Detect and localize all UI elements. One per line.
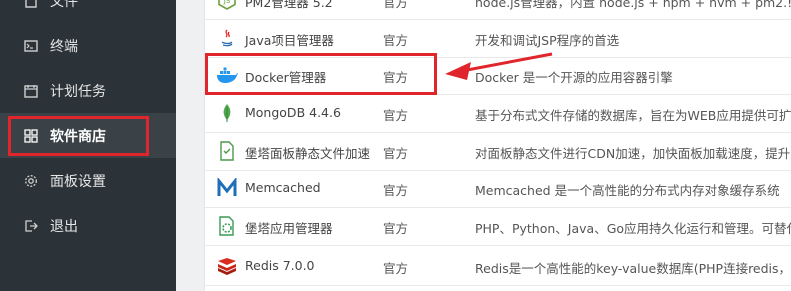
app-manager-icon (219, 216, 234, 236)
sidebar-item-files[interactable]: 文件 (0, 0, 176, 23)
app-name[interactable]: MongoDB 4.4.6 (245, 105, 341, 120)
app-description: 开发和调试JSP程序的首选 (475, 33, 620, 48)
app-description: Redis是一个高性能的key-value数据库(PHP连接redis，需PH (475, 261, 791, 276)
terminal-icon (24, 39, 38, 52)
highlight-box-docker-row (205, 53, 437, 95)
table-row[interactable]: Redis 7.0.0 官方 Redis是一个高性能的key-value数据库(… (205, 248, 791, 286)
app-name[interactable]: Memcached (245, 180, 321, 195)
file-icon (25, 0, 37, 8)
table-row[interactable]: JS PM2管理器 5.2 官方 node.js管理器，内置 node.js +… (205, 0, 791, 20)
calendar-icon (24, 84, 38, 98)
app-vendor: 官方 (383, 146, 409, 161)
sidebar-item-cron[interactable]: 计划任务 (0, 68, 176, 113)
table-row[interactable]: 堡塔面板静态文件加速 官方 对面板静态文件进行CDN加速，加快面板加载速度，提升… (205, 133, 791, 171)
app-vendor: 官方 (383, 183, 409, 198)
software-table: JS PM2管理器 5.2 官方 node.js管理器，内置 node.js +… (204, 0, 791, 291)
sidebar-item-label: 文件 (50, 0, 78, 10)
app-description: 对面板静态文件进行CDN加速，加快面板加载速度，提升对 (475, 146, 791, 161)
app-vendor: 官方 (383, 221, 409, 236)
app-name[interactable]: 堡塔应用管理器 (245, 218, 333, 237)
table-row[interactable]: 堡塔应用管理器 官方 PHP、Python、Java、Go应用持久化运行和管理。… (205, 208, 791, 246)
nodejs-icon: JS (218, 0, 236, 10)
table-row[interactable]: MongoDB 4.4.6 官方 基于分布式文件存储的数据库，旨在为WEB应用提… (205, 95, 791, 133)
cdn-file-icon (220, 141, 234, 161)
app-description: node.js管理器，内置 node.js + npm + nvm + pm2.… (475, 0, 791, 10)
app-vendor: 官方 (383, 0, 409, 10)
sidebar-item-label: 退出 (50, 218, 78, 235)
annotation-arrow-icon (445, 52, 553, 80)
sidebar-item-settings[interactable]: 面板设置 (0, 158, 176, 203)
app-name[interactable]: Java项目管理器 (245, 30, 334, 49)
table-row[interactable]: Memcached 官方 Memcached 是一个高性能的分布式内存对象缓存系… (205, 170, 791, 208)
app-name[interactable]: 堡塔面板静态文件加速 (245, 143, 370, 162)
redis-icon (218, 258, 236, 275)
app-vendor: 官方 (383, 261, 409, 276)
sidebar-item-label: 面板设置 (50, 173, 106, 190)
sidebar-item-logout[interactable]: 退出 (0, 203, 176, 248)
mongodb-icon (223, 104, 231, 122)
app-description: Memcached 是一个高性能的分布式内存对象缓存系统 (475, 183, 780, 198)
logout-icon (25, 219, 38, 232)
gear-icon (25, 174, 37, 187)
app-vendor: 官方 (383, 108, 409, 123)
sidebar-item-terminal[interactable]: 终端 (0, 23, 176, 68)
content-gutter (176, 0, 204, 291)
sidebar-item-label: 计划任务 (50, 83, 106, 100)
memcached-icon (217, 178, 237, 196)
app-name[interactable]: Redis 7.0.0 (245, 258, 315, 273)
app-vendor: 官方 (383, 33, 409, 48)
highlight-box-software-store (8, 116, 149, 156)
app-description: 基于分布式文件存储的数据库，旨在为WEB应用提供可扩展 (475, 108, 791, 123)
svg-text:JS: JS (223, 0, 231, 5)
sidebar-item-label: 终端 (50, 38, 78, 55)
java-icon (221, 29, 233, 47)
app-description: PHP、Python、Java、Go应用持久化运行和管理。可替代Su (475, 221, 791, 236)
app-name[interactable]: PM2管理器 5.2 (245, 0, 333, 11)
